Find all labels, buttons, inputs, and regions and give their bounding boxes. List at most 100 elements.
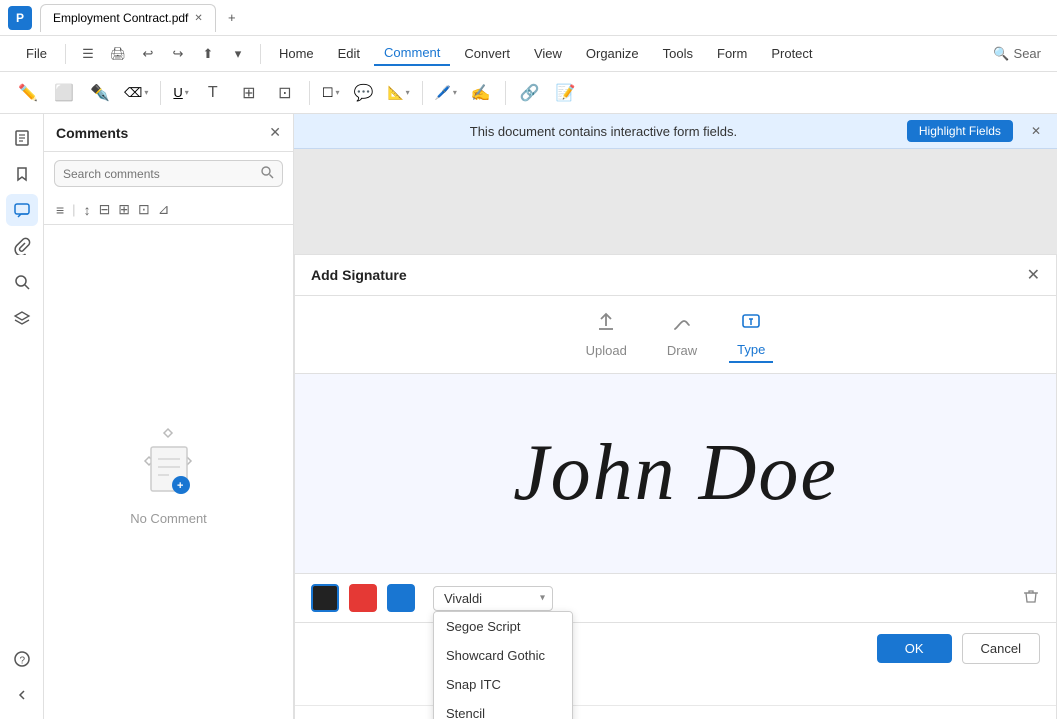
signature-tab-type[interactable]: Type — [729, 306, 773, 363]
font-select-wrapper[interactable]: Vivaldi ▾ Segoe Script Showcard Gothic S… — [433, 586, 553, 611]
title-bar: P Employment Contract.pdf ✕ + — [0, 0, 1057, 36]
filter-expand-icon[interactable]: ⊞ — [116, 199, 132, 220]
tool-link[interactable]: 🔗 — [514, 77, 546, 109]
menu-nav-group: ☰ 🖨 ↩ ↪ ⬆ ▾ — [74, 40, 252, 68]
comment-search-box[interactable] — [54, 160, 283, 187]
sidebar-icon-bookmarks[interactable] — [6, 158, 38, 190]
tool-note[interactable]: 📝 — [550, 77, 582, 109]
sidebar-icon-help[interactable]: ? — [6, 643, 38, 675]
menu-view[interactable]: View — [524, 42, 572, 65]
filter-list-icon[interactable]: ≡ — [54, 200, 66, 220]
main-content: ? Comments ✕ ≡ | ↕ ⊟ ⊞ ⊡ ⊿ — [0, 114, 1057, 719]
color-black-swatch[interactable] — [311, 584, 339, 612]
tool-eraser-group[interactable]: ⌫ ▾ — [120, 83, 152, 103]
menu-separator-1 — [65, 44, 66, 64]
font-option-showcard-gothic[interactable]: Showcard Gothic — [434, 641, 572, 670]
menu-edit[interactable]: Edit — [328, 42, 370, 65]
menu-icon-save[interactable]: ☰ — [74, 40, 102, 68]
panel-header: Comments ✕ — [44, 114, 293, 152]
sidebar-icon-comments[interactable] — [6, 194, 38, 226]
menu-icon-redo[interactable]: ↪ — [164, 40, 192, 68]
font-option-segoe-script[interactable]: Segoe Script — [434, 612, 572, 641]
measure-arrow: ▾ — [406, 88, 410, 97]
tool-callout[interactable]: ⊡ — [269, 77, 301, 109]
menu-home[interactable]: Home — [269, 42, 324, 65]
color-red-swatch[interactable] — [349, 584, 377, 612]
menu-bar: File ☰ 🖨 ↩ ↪ ⬆ ▾ Home Edit Comment Conve… — [0, 36, 1057, 72]
sidebar-icon-search[interactable] — [6, 266, 38, 298]
filter-sort-icon[interactable]: ↕ — [82, 200, 93, 220]
new-tab-button[interactable]: + — [220, 6, 244, 30]
stamp-arrow: ▾ — [453, 88, 457, 97]
tool-select[interactable]: ⬜ — [48, 77, 80, 109]
panel-title: Comments — [56, 125, 128, 141]
shape-arrow: ▾ — [335, 88, 339, 97]
signature-dialog-footer: OK Cancel — [295, 623, 1056, 674]
font-select[interactable]: Vivaldi — [433, 586, 553, 611]
form-notice: This document contains interactive form … — [294, 114, 1057, 149]
menu-search[interactable]: 🔍 Sear — [993, 46, 1041, 62]
app-logo: P — [8, 6, 32, 30]
no-comment-state: + No Comment — [44, 225, 293, 719]
comment-search-icon[interactable] — [260, 165, 274, 182]
draw-tab-label: Draw — [667, 343, 697, 358]
menu-tools[interactable]: Tools — [653, 42, 703, 65]
menu-organize[interactable]: Organize — [576, 42, 649, 65]
menu-icon-print[interactable]: 🖨 — [104, 40, 132, 68]
signature-dialog-close-icon[interactable]: ✕ — [1027, 265, 1040, 285]
tool-sep-2 — [309, 81, 310, 105]
font-option-snap-itc[interactable]: Snap ITC — [434, 670, 572, 699]
filter-funnel-icon[interactable]: ⊿ — [156, 199, 172, 220]
active-tab[interactable]: Employment Contract.pdf ✕ — [40, 4, 216, 32]
color-blue-swatch[interactable] — [387, 584, 415, 612]
signature-tab-draw[interactable]: Draw — [659, 307, 705, 362]
tool-signature[interactable]: ✍ — [465, 77, 497, 109]
tool-comment[interactable]: 💬 — [347, 77, 379, 109]
tool-sep-4 — [505, 81, 506, 105]
underline-arrow: ▾ — [185, 88, 189, 97]
filter-group-icon[interactable]: ⊟ — [97, 199, 113, 220]
signature-preview: John Doe — [295, 374, 1056, 574]
tool-underline-group[interactable]: U ▾ — [169, 83, 192, 102]
tool-stamp-group[interactable]: 🖊️ ▾ — [431, 83, 461, 103]
menu-file[interactable]: File — [16, 42, 57, 65]
tab-close-icon[interactable]: ✕ — [194, 13, 202, 24]
cancel-button[interactable]: Cancel — [962, 633, 1040, 664]
highlight-fields-button[interactable]: Highlight Fields — [907, 120, 1013, 142]
search-icon: 🔍 — [993, 46, 1009, 62]
no-comment-icon: + — [129, 419, 209, 499]
sidebar-icon-layers[interactable] — [6, 302, 38, 334]
type-tab-label: Type — [737, 342, 765, 357]
tool-textbox[interactable]: ⊞ — [233, 77, 265, 109]
sidebar-icon-pages[interactable] — [6, 122, 38, 154]
font-dropdown[interactable]: Segoe Script Showcard Gothic Snap ITC St… — [433, 611, 573, 719]
stamp-icon: 🖊️ — [435, 85, 451, 101]
form-notice-close-icon[interactable]: ✕ — [1031, 124, 1041, 138]
ok-button[interactable]: OK — [877, 634, 952, 663]
menu-icon-share[interactable]: ⬆ — [194, 40, 222, 68]
signature-tabs: Upload Draw Type — [295, 296, 1056, 374]
panel-close-button[interactable]: ✕ — [269, 124, 281, 141]
svg-text:?: ? — [19, 656, 25, 667]
shape-icon: ☐ — [322, 85, 334, 101]
tool-highlight[interactable]: ✏️ — [12, 77, 44, 109]
tool-measure-group[interactable]: 📐 ▾ — [383, 83, 413, 103]
tool-text[interactable]: T — [197, 77, 229, 109]
menu-protect[interactable]: Protect — [761, 42, 822, 65]
tool-shape-group[interactable]: ☐ ▾ — [318, 83, 344, 103]
menu-icon-undo[interactable]: ↩ — [134, 40, 162, 68]
font-option-stencil[interactable]: Stencil — [434, 699, 572, 719]
paper-line-2 — [295, 706, 1056, 719]
menu-convert[interactable]: Convert — [454, 42, 520, 65]
menu-icon-more[interactable]: ▾ — [224, 40, 252, 68]
menu-comment[interactable]: Comment — [374, 41, 450, 66]
menu-form[interactable]: Form — [707, 42, 757, 65]
sidebar-icon-collapse[interactable] — [6, 679, 38, 711]
filter-collapse-icon[interactable]: ⊡ — [136, 199, 152, 220]
signature-tab-upload[interactable]: Upload — [578, 307, 635, 362]
tool-pen[interactable]: ✒️ — [84, 77, 116, 109]
underline-icon: U — [173, 85, 182, 100]
sidebar-icon-attachments[interactable] — [6, 230, 38, 262]
delete-signature-button[interactable] — [1022, 587, 1040, 610]
comment-search-input[interactable] — [63, 167, 254, 181]
